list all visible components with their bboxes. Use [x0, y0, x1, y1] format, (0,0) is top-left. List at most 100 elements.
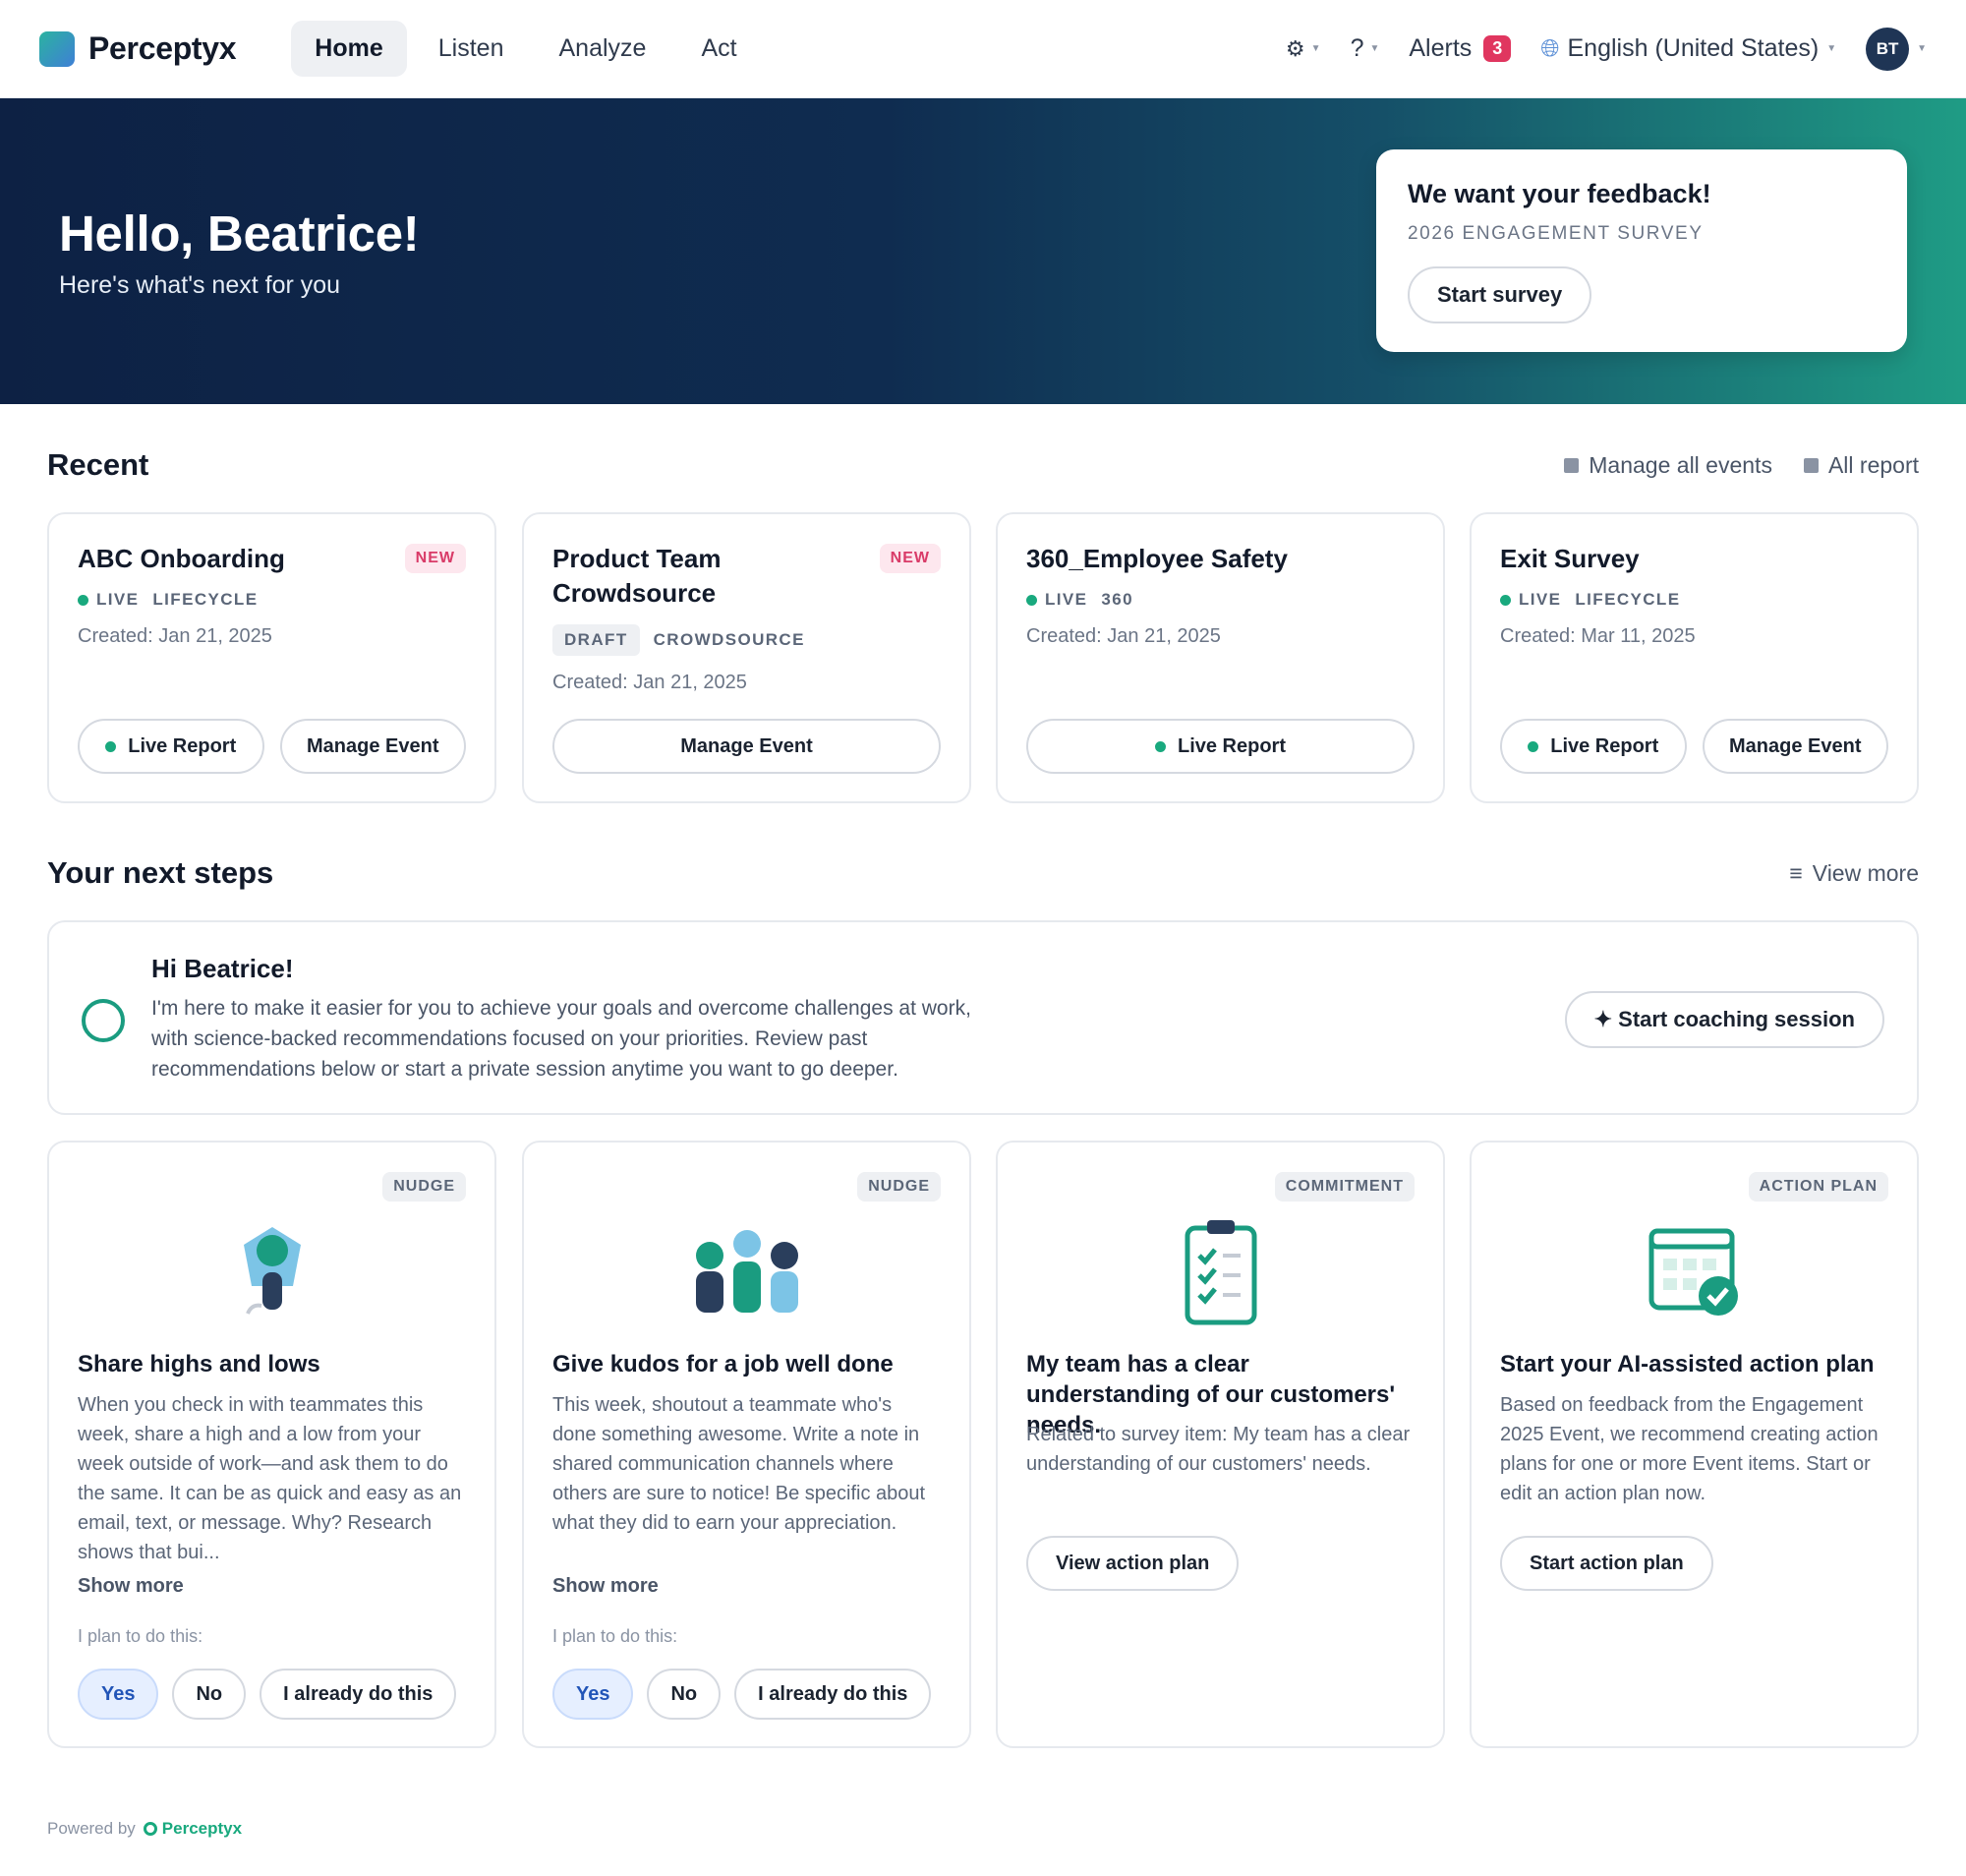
event-meta: LIVE LIFECYCLE: [78, 590, 466, 610]
start-survey-button[interactable]: Start survey: [1408, 266, 1592, 323]
event-created-date: Created: Jan 21, 2025: [78, 625, 272, 647]
manage-event-button[interactable]: Manage Event: [1702, 719, 1888, 774]
recent-title: Recent: [47, 447, 149, 482]
event-type: 360: [1101, 590, 1133, 609]
hero-subtitle: Here's what's next for you: [59, 271, 341, 299]
live-dot-icon: [1528, 740, 1539, 752]
step-card: NUDGE Share highs and lows When you chec…: [47, 1141, 496, 1748]
event-status: LIVE: [1519, 590, 1562, 609]
step-type-badge: NUDGE: [382, 1172, 466, 1202]
show-more-link[interactable]: Show more: [78, 1575, 184, 1598]
step-title: Give kudos for a job well done: [552, 1351, 894, 1378]
plan-yes-button[interactable]: Yes: [552, 1669, 634, 1720]
brand-logo[interactable]: Perceptyx: [39, 30, 237, 67]
live-report-label: Live Report: [128, 734, 237, 757]
next-steps-header: Your next steps ≡ View more: [47, 855, 1919, 891]
survey-name: 2026 ENGAGEMENT SURVEY: [1408, 223, 1704, 244]
live-report-button[interactable]: Live Report: [1026, 719, 1415, 774]
step-description: When you check in with teammates this we…: [78, 1394, 462, 1563]
event-status: LIVE: [1045, 590, 1088, 609]
help-menu[interactable]: ? ▼: [1351, 34, 1380, 63]
nav-analyze[interactable]: Analyze: [535, 21, 669, 77]
view-more-label: View more: [1812, 859, 1919, 886]
all-report-link[interactable]: All report: [1803, 451, 1919, 479]
view-more-link[interactable]: ≡ View more: [1789, 860, 1919, 887]
report-icon: [1803, 457, 1819, 473]
live-dot-icon: [1154, 740, 1166, 752]
event-actions: Live Report Manage Event: [1500, 719, 1888, 774]
gear-icon: ⚙: [1285, 35, 1305, 61]
settings-menu[interactable]: ⚙ ▼: [1286, 36, 1321, 62]
all-report-label: All report: [1827, 451, 1919, 478]
nav-act[interactable]: Act: [677, 21, 760, 77]
view-action-plan-button[interactable]: View action plan: [1026, 1536, 1240, 1591]
event-meta: LIVE LIFECYCLE: [1500, 590, 1888, 610]
greeting: Hello, Beatrice!: [59, 205, 420, 262]
event-title: 360_Employee Safety: [1026, 544, 1288, 573]
step-title: Start your AI-assisted action plan: [1500, 1351, 1875, 1378]
next-steps-links: ≡ View more: [1789, 860, 1919, 887]
team-people-icon: [695, 1230, 798, 1313]
event-type: LIFECYCLE: [152, 590, 259, 609]
footer-logo-icon: [143, 1822, 157, 1836]
plan-no-button[interactable]: No: [172, 1669, 247, 1720]
step-type-badge: NUDGE: [857, 1172, 941, 1202]
coach-card: Hi Beatrice! I'm here to make it easier …: [47, 920, 1919, 1115]
manage-event-button[interactable]: Manage Event: [279, 719, 466, 774]
checklist-clipboard-icon: [1185, 1220, 1256, 1325]
kudos-illustration: [524, 1213, 969, 1331]
plan-options: Yes No I already do this: [78, 1669, 457, 1720]
next-steps-title: Your next steps: [47, 855, 274, 890]
nav-home[interactable]: Home: [291, 21, 407, 77]
plan-yes-button[interactable]: Yes: [78, 1669, 159, 1720]
step-title: Share highs and lows: [78, 1351, 320, 1378]
step-type-badge: ACTION PLAN: [1748, 1172, 1888, 1202]
footer: Powered by Perceptyx: [47, 1819, 242, 1839]
user-menu[interactable]: BT ▼: [1866, 27, 1927, 71]
step-card: COMMITMENT My team has a clear understan…: [996, 1141, 1445, 1748]
live-report-label: Live Report: [1550, 734, 1659, 757]
live-dot-icon: [105, 740, 117, 752]
nav-listen[interactable]: Listen: [415, 21, 528, 77]
manage-all-events-link[interactable]: Manage all events: [1564, 452, 1772, 479]
live-report-button[interactable]: Live Report: [1500, 719, 1687, 774]
powered-by-label: Powered by: [47, 1819, 136, 1838]
person-pin-icon: [243, 1227, 301, 1315]
manage-all-events-label: Manage all events: [1589, 451, 1772, 478]
chevron-down-icon: ▼: [1917, 43, 1927, 54]
footer-brand-name: Perceptyx: [161, 1819, 243, 1838]
brand-name: Perceptyx: [88, 30, 237, 66]
event-created-date: Created: Mar 11, 2025: [1500, 625, 1696, 647]
start-action-plan-button[interactable]: Start action plan: [1500, 1536, 1713, 1591]
alerts-button[interactable]: Alerts 3: [1409, 34, 1512, 63]
plan-already-button[interactable]: I already do this: [734, 1669, 932, 1720]
step-card: NUDGE Give kudos for a job well done Thi…: [522, 1141, 971, 1748]
recent-links: Manage all events All report: [1564, 452, 1919, 479]
show-more-link[interactable]: Show more: [552, 1575, 659, 1598]
start-coaching-session-button[interactable]: ✦ Start coaching session: [1564, 991, 1884, 1048]
help-icon: ?: [1350, 34, 1364, 62]
feedback-card: We want your feedback! 2026 ENGAGEMENT S…: [1376, 149, 1907, 352]
recent-event-card: ABC Onboarding NEW LIVE LIFECYCLE Create…: [47, 512, 496, 803]
live-report-button[interactable]: Live Report: [78, 719, 264, 774]
event-title: Product Team Crowdsource: [552, 544, 722, 608]
plan-no-button[interactable]: No: [647, 1669, 722, 1720]
event-actions: Manage Event: [552, 719, 941, 774]
plan-already-button[interactable]: I already do this: [260, 1669, 457, 1720]
live-status-icon: [1026, 594, 1037, 606]
event-status: LIVE: [96, 590, 140, 609]
step-description: Related to survey item: My team has a cl…: [1026, 1424, 1411, 1475]
new-badge: NEW: [879, 544, 941, 573]
live-status-icon: [78, 594, 88, 606]
recent-header: Recent Manage all events All report: [47, 447, 1919, 483]
chevron-down-icon: ▼: [1369, 43, 1380, 54]
language-selector[interactable]: 🌐︎ English (United States) ▼: [1540, 34, 1836, 63]
step-description: Based on feedback from the Engagement 20…: [1500, 1394, 1879, 1504]
logo-mark-icon: [39, 30, 75, 67]
coach-ring-icon: [82, 999, 125, 1042]
live-report-label: Live Report: [1177, 734, 1287, 757]
manage-event-button[interactable]: Manage Event: [552, 719, 941, 774]
event-created-date: Created: Jan 21, 2025: [1026, 625, 1221, 647]
event-type: LIFECYCLE: [1575, 590, 1681, 609]
footer-brand[interactable]: Perceptyx: [143, 1819, 243, 1839]
